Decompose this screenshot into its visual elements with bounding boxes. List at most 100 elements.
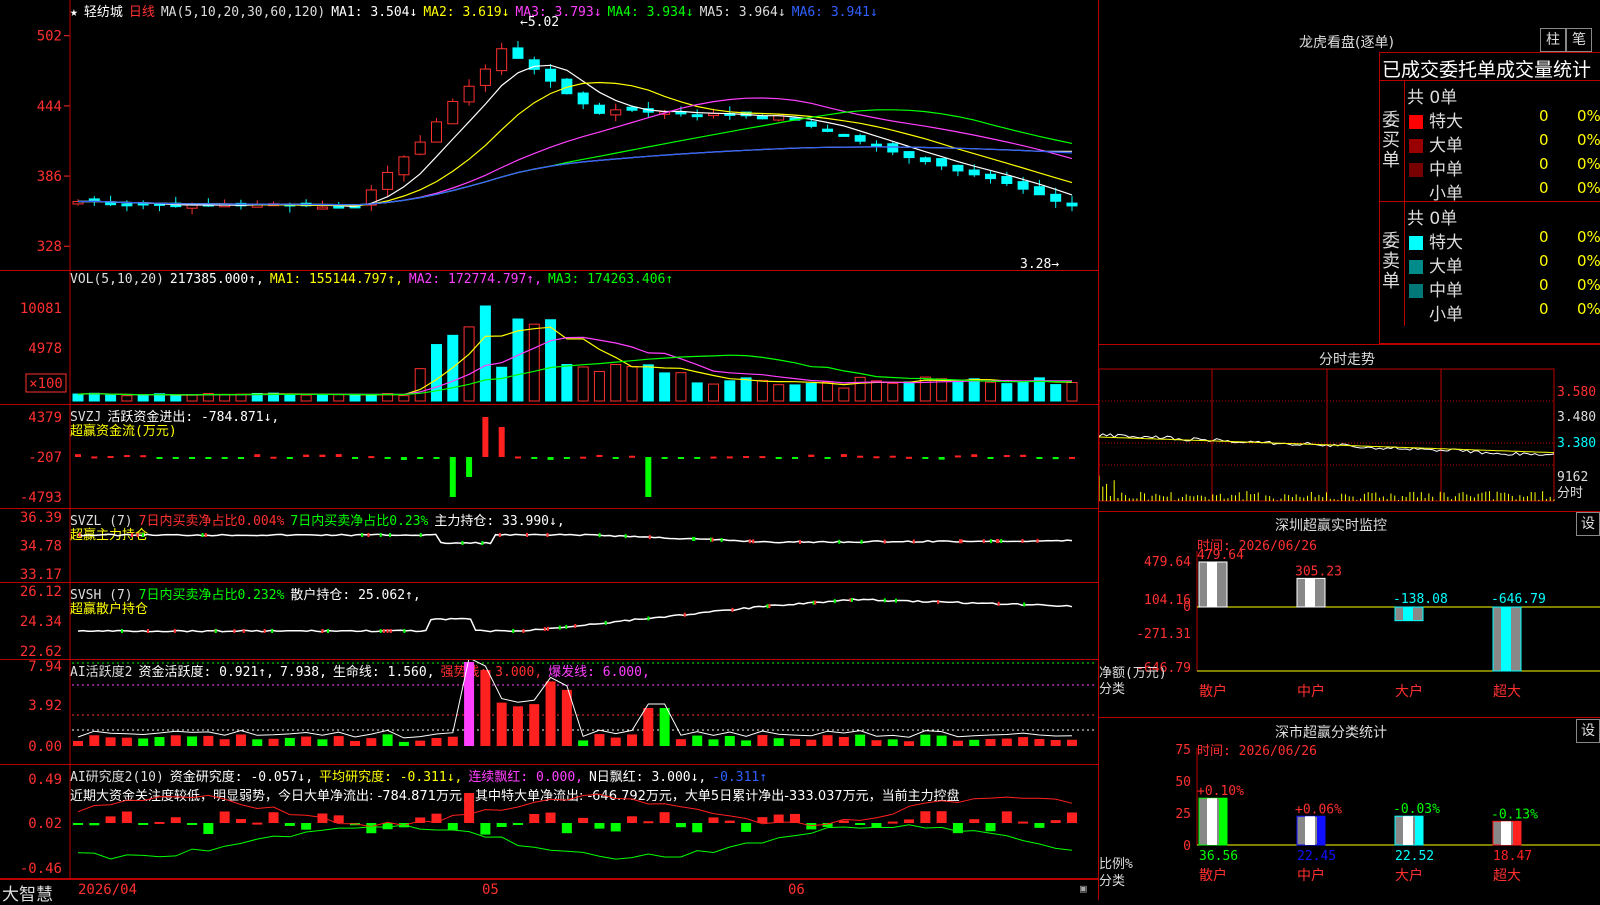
- monitor-panel[interactable]: 深圳超赢实时监控 设 时间: 2026/06/26 479.64 104.16 0-…: [1099, 511, 1600, 718]
- svzj-bar: [971, 454, 978, 457]
- svzj-bar: [400, 457, 407, 460]
- svzj-bar: [1003, 455, 1010, 458]
- svzj-panel[interactable]: SVZJ 活跃资金进出: -784.871↓, 超赢资金流(万元) 4379 -20…: [0, 405, 1098, 509]
- ai1-bar: [741, 740, 752, 746]
- svzj-bar: [775, 457, 782, 460]
- svzj-bar: [482, 417, 489, 457]
- ai1-bar: [170, 735, 181, 746]
- volume-bar: [610, 363, 622, 402]
- class-bar-pct: -0.13%: [1491, 807, 1538, 822]
- volume-bar: [1017, 381, 1029, 402]
- ai-activity-panel[interactable]: AI活跃度2 资金活跃度: 0.921↑, 7.938, 生命线: 1.560, 强势线…: [0, 660, 1098, 765]
- monitor-bar-value: 479.64: [1197, 548, 1244, 563]
- ai1-bar: [333, 736, 344, 746]
- candle-down: [854, 135, 866, 142]
- class-bar-label: 超大: [1493, 868, 1521, 884]
- ai2-bar: [757, 817, 768, 823]
- volume-bar: [985, 381, 997, 402]
- svzj-chart[interactable]: 4379 -207 -4793: [0, 405, 1098, 508]
- svzj-bar: [889, 455, 896, 458]
- svzl-panel[interactable]: SVZL (7) 7日内买卖净占比0.004% 7日内买卖净占比0.23% 主力持仓:…: [0, 509, 1098, 583]
- kline-panel[interactable]: ★ 轻纺城 日线 MA(5,10,20,30,60,120) MA1: 3.504↓ MA…: [0, 0, 1098, 271]
- svzj-bar: [857, 455, 864, 458]
- class-bar-chart[interactable]: 75 50 25 0 比例% 分类 +0.10% 36.56 散户 +0.06% 22.45 中户 -0…: [1099, 718, 1600, 900]
- ai-activity-chart[interactable]: 7.94 3.92 0.00: [0, 660, 1098, 764]
- volume-bar: [219, 394, 231, 402]
- stroke-view-button[interactable]: 笔: [1566, 28, 1592, 52]
- volume-bar: [105, 394, 117, 402]
- candle-down: [1050, 193, 1062, 202]
- ai1-bar: [1001, 738, 1012, 746]
- intraday-tick-label: 3.380: [1557, 436, 1596, 451]
- svzj-bar: [1020, 454, 1027, 457]
- ai1-bar: [431, 738, 442, 746]
- flow-tick: [989, 539, 992, 544]
- flow-tick: [131, 533, 134, 537]
- ai1-bar: [496, 702, 507, 746]
- volume-bar: [398, 395, 410, 402]
- intraday-unit-label: 分时: [1557, 486, 1583, 501]
- flow-tick: [242, 629, 245, 633]
- flow-tick: [321, 629, 324, 633]
- candle-down: [1066, 202, 1078, 207]
- price-tick-label: 502: [37, 29, 62, 45]
- svsh-chart[interactable]: 26.12 24.34 22.62: [0, 583, 1098, 659]
- ai1-bar: [757, 735, 768, 746]
- order-type: 特大: [1429, 233, 1463, 253]
- svzj-tick-label: -4793: [20, 490, 62, 506]
- ai-research-panel[interactable]: AI研究度2(10) 资金研究度: -0.057↓, 平均研究度: -0.311↓,…: [0, 765, 1098, 879]
- svzj-bar: [237, 457, 244, 459]
- svzj-bar: [563, 457, 570, 459]
- svsh-panel[interactable]: SVSH (7) 7日内买卖净占比0.232% 散户持仓: 25.062↑, 超赢散…: [0, 583, 1098, 660]
- svzj-bar: [694, 457, 701, 459]
- ai1-bar: [252, 739, 263, 746]
- monitor-bar-highlight: [1403, 607, 1413, 621]
- ai2-bar: [382, 823, 393, 830]
- side-char: 委: [1382, 231, 1400, 252]
- flow-tick: [604, 620, 607, 625]
- ai1-bar: [838, 736, 849, 746]
- class-bar-edge: [1415, 816, 1423, 845]
- ai1-bar: [284, 737, 295, 746]
- class-bar-highlight: [1305, 816, 1315, 845]
- candle-down: [691, 114, 703, 118]
- ai1-bar: [382, 734, 393, 746]
- flow-tick: [648, 535, 651, 540]
- ai2-bar: [936, 811, 947, 823]
- svzl-chart[interactable]: 36.39 34.78 33.17: [0, 509, 1098, 582]
- ai2-bar: [675, 823, 686, 828]
- ai-research-chart[interactable]: 0.49 0.02 -0.46: [0, 765, 1098, 878]
- flow-tick: [173, 629, 176, 633]
- order-count: 0: [1539, 179, 1549, 197]
- svzj-bar: [954, 455, 961, 458]
- monitor-bar-highlight: [1501, 607, 1511, 671]
- price-tick-label: 386: [37, 169, 62, 185]
- date-axis-bar[interactable]: 大智慧 2026/04 05 06 ▣: [0, 879, 1098, 905]
- candlestick-chart[interactable]: 502 444 386 328 ←5.02 3.28→: [0, 0, 1098, 270]
- ai2-tick-label: -0.46: [20, 861, 62, 877]
- ai1-bar: [887, 739, 898, 746]
- monitor-bar-chart[interactable]: 479.64104.160-271.31-646.79净额(万元)分类479.6…: [1099, 511, 1600, 717]
- monitor-bar-label: 大户: [1395, 683, 1423, 700]
- ai1-bar: [105, 737, 116, 746]
- flow-tick: [389, 629, 392, 633]
- svzj-bar: [531, 457, 538, 459]
- volume-chart[interactable]: 10081 4978 ×100: [0, 271, 1098, 404]
- monitor-tick-label: 0: [1183, 600, 1191, 615]
- candle-down: [870, 143, 882, 147]
- class-panel[interactable]: 深市超赢分类统计 设 时间: 2026/06/26 75 50 25 0 比例% 分类 +0…: [1099, 718, 1600, 900]
- lock-icon[interactable]: ▣: [1080, 882, 1087, 895]
- ai1-bar: [138, 738, 149, 746]
- column-view-button[interactable]: 柱: [1540, 28, 1566, 52]
- high-price-label: ←5.02: [520, 15, 559, 30]
- flow-tick: [379, 533, 382, 537]
- flow-tick: [937, 599, 940, 604]
- ai1-line: [77, 660, 1073, 739]
- intraday-panel[interactable]: 分时走势 3.580 3.480 3.380 9162 分时: [1099, 344, 1600, 512]
- volume-panel[interactable]: VOL(5,10,20) 217385.000↑, MA1: 155144.797↑…: [0, 271, 1098, 405]
- order-color-swatch: [1409, 187, 1423, 201]
- svzj-bar: [140, 455, 147, 458]
- volume-bar: [496, 366, 508, 402]
- intraday-chart[interactable]: 3.580 3.480 3.380 9162分时: [1099, 345, 1600, 511]
- side-char: 卖: [1382, 251, 1400, 272]
